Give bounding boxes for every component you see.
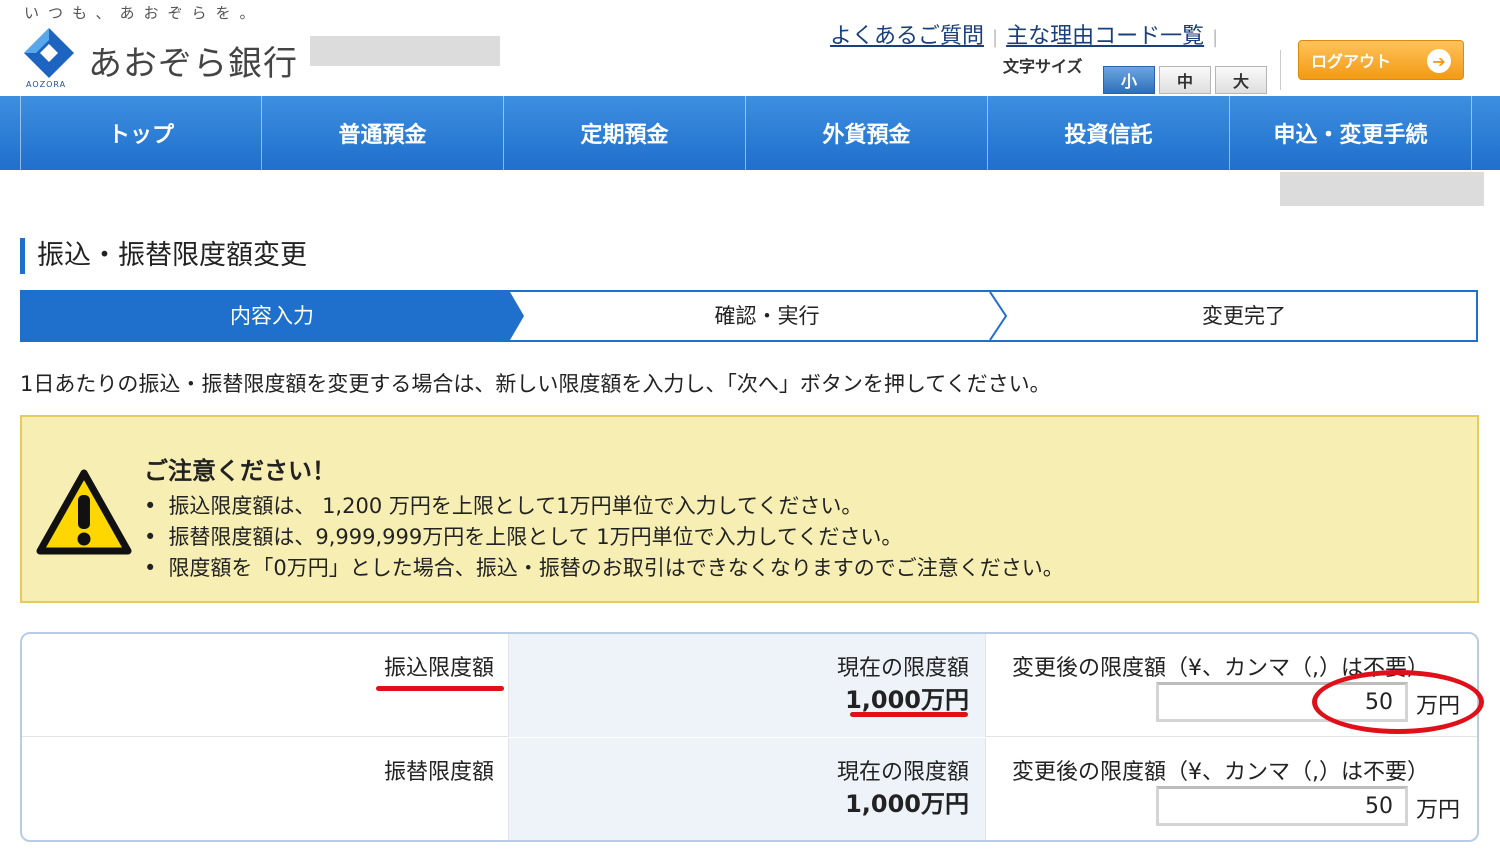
annotation-circle [1312,670,1484,734]
limit-table: 振込限度額 現在の限度額 1,000万円 変更後の限度額（¥、カンマ（,）は不要… [20,632,1479,842]
logo-sub-text: AOZORA [26,80,67,89]
instruction-text: 1日あたりの振込・振替限度額を変更する場合は、新しい限度額を入力し、「次へ」ボタ… [20,372,1051,396]
masked-area [310,36,500,66]
warning-list: 振込限度額は、 1,200 万円を上限として1万円単位で入力してください。 振替… [144,491,1064,584]
font-size-label: 文字サイズ [1003,57,1083,76]
reason-codes-link[interactable]: 主な理由コード一覧 [1006,24,1204,49]
font-size-small-button[interactable]: 小 [1103,66,1155,94]
step-confirm: 確認・実行 [714,304,820,328]
annotation-underline [376,686,504,691]
nav-item-investment-trust[interactable]: 投資信託 [988,96,1230,170]
step-complete: 変更完了 [1202,304,1286,328]
page-title: 振込・振替限度額変更 [20,238,307,274]
warning-title: ご注意ください！ [144,457,336,485]
header-divider [1280,50,1281,90]
nav-item-ordinary-deposit[interactable]: 普通預金 [262,96,504,170]
logout-button[interactable]: ログアウト ➔ [1298,40,1464,80]
table-row: 振替限度額 現在の限度額 1,000万円 変更後の限度額（¥、カンマ（,）は不要… [22,738,1477,840]
warning-triangle-icon [36,469,132,555]
new-limit-label: 変更後の限度額（¥、カンマ（,）は不要） [1012,760,1429,785]
row-label-cell: 振替限度額 [22,738,508,840]
current-limit-value: 1,000万円 [845,790,969,818]
table-row: 振込限度額 現在の限度額 1,000万円 変更後の限度額（¥、カンマ（,）は不要… [22,634,1477,737]
link-separator: | [1212,27,1219,48]
step-input: 内容入力 [230,304,314,328]
account-transfer-limit-input[interactable] [1156,786,1408,826]
font-size-selector: 小 中 大 [1103,66,1267,94]
font-size-large-button[interactable]: 大 [1215,66,1267,94]
warning-item: 振替限度額は、9,999,999万円を上限として 1万円単位で入力してください。 [144,522,1064,553]
logout-label: ログアウト [1311,52,1392,71]
current-limit-value: 1,000万円 [845,686,969,714]
current-limit-cell: 現在の限度額 1,000万円 [508,634,986,737]
header-links: よくあるご質問 | 主な理由コード一覧 | [830,18,1226,50]
link-separator: | [992,27,999,48]
masked-area [1280,172,1484,206]
nav-item-foreign-deposit[interactable]: 外貨預金 [746,96,988,170]
account-transfer-limit-label: 振替限度額 [383,760,494,785]
unit-label: 万円 [1416,798,1461,823]
nav-item-time-deposit[interactable]: 定期預金 [504,96,746,170]
new-limit-cell: 変更後の限度額（¥、カンマ（,）は不要） 万円 [986,738,1477,840]
nav-item-top[interactable]: トップ [20,96,262,170]
logo-text[interactable]: あおぞら銀行 [88,36,298,85]
transfer-limit-label: 振込限度額 [383,656,494,681]
aozora-logo-icon [24,28,74,78]
current-limit-label: 現在の限度額 [836,760,969,785]
font-size-medium-button[interactable]: 中 [1159,66,1211,94]
arrow-right-icon: ➔ [1427,49,1451,73]
main-nav: トップ 普通預金 定期預金 外貨預金 投資信託 申込・変更手続 [0,96,1500,170]
step-indicator: 内容入力 確認・実行 変更完了 [20,290,1478,342]
warning-item: 限度額を「0万円」とした場合、振込・振替のお取引はできなくなりますのでご注意くだ… [144,553,1063,584]
current-limit-cell: 現在の限度額 1,000万円 [508,738,986,840]
warning-box: ご注意ください！ 振込限度額は、 1,200 万円を上限として1万円単位で入力し… [20,415,1479,603]
annotation-underline [850,712,968,717]
current-limit-label: 現在の限度額 [836,656,969,681]
tagline: いつも、あおぞらを。 [24,4,264,22]
faq-link[interactable]: よくあるご質問 [830,24,984,49]
nav-item-applications[interactable]: 申込・変更手続 [1230,96,1472,170]
site-header: いつも、あおぞらを。 AOZORA あおぞら銀行 よくあるご質問 | 主な理由コード… [0,0,1500,96]
warning-item: 振込限度額は、 1,200 万円を上限として1万円単位で入力してください。 [144,491,1064,522]
